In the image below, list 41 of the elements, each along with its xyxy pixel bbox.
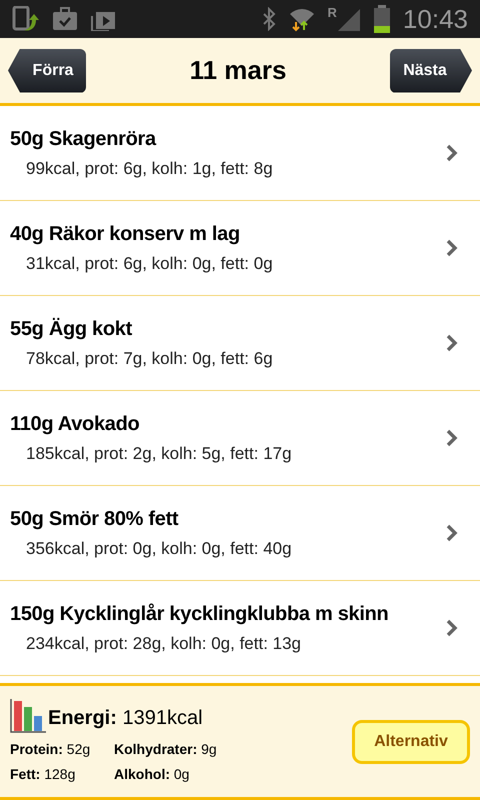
chevron-right-icon bbox=[446, 144, 458, 162]
food-title: 50g Skagenröra bbox=[10, 127, 158, 152]
food-details: 185kcal, prot: 2g, kolh: 5g, fett: 17g bbox=[25, 443, 293, 466]
food-list-item[interactable]: 40g Räkor konserv m lag 31kcal, prot: 6g, kolh: 0g, fett: 0g bbox=[0, 201, 480, 296]
food-list-item[interactable]: 50g Smör 80% fett 356kcal, prot: 0g, kolh: 0g, fett: 40g bbox=[0, 486, 480, 581]
options-button[interactable]: Alternativ bbox=[352, 720, 470, 764]
food-list-item[interactable]: 150g Kycklinglår kycklingklubba m skinn 234kcal, prot: 28g, kolh: 0g, fett: 13g bbox=[0, 581, 480, 676]
chevron-right-icon bbox=[446, 619, 458, 637]
clock-time: 10:43 bbox=[402, 6, 468, 32]
food-list-item[interactable]: 55g Ägg kokt 78kcal, prot: 7g, kolh: 0g, fett: 6g bbox=[0, 296, 480, 391]
previous-button[interactable]: Förra bbox=[8, 48, 86, 92]
next-button[interactable]: Nästa bbox=[390, 48, 472, 92]
battery-icon bbox=[372, 5, 391, 33]
food-title: 55g Ägg kokt bbox=[10, 316, 133, 342]
nutrient-stat: Fett: 128g bbox=[10, 764, 76, 784]
bar-chart-icon bbox=[10, 698, 46, 732]
bluetooth-icon bbox=[262, 7, 276, 31]
network-type-label: R bbox=[328, 6, 337, 19]
chevron-right-icon bbox=[446, 524, 458, 542]
food-details: 356kcal, prot: 0g, kolh: 0g, fett: 40g bbox=[25, 538, 293, 560]
chevron-right-icon bbox=[446, 239, 458, 257]
food-title: 110g Avokado bbox=[10, 412, 140, 438]
nutrient-stat: Protein: 52g bbox=[10, 740, 92, 759]
briefcase-check-icon bbox=[52, 7, 78, 31]
food-list-item[interactable]: 110g Avokado 185kcal, prot: 2g, kolh: 5g, fett: 17g bbox=[0, 391, 480, 486]
food-title: 150g Kycklinglår kycklingklubba m skinn bbox=[10, 602, 390, 628]
food-details: 31kcal, prot: 6g, kolh: 0g, fett: 0g bbox=[25, 253, 274, 276]
phone-upload-icon bbox=[12, 6, 40, 32]
date-title: 11 mars bbox=[190, 54, 286, 87]
nutrient-stat: Alkohol: 0g bbox=[114, 764, 190, 784]
food-details: 78kcal, prot: 7g, kolh: 0g, fett: 6g bbox=[25, 348, 274, 370]
chevron-right-icon bbox=[446, 429, 458, 447]
chevron-right-icon bbox=[446, 334, 458, 352]
food-title: 40g Räkor konserv m lag bbox=[10, 222, 241, 248]
food-details: 234kcal, prot: 28g, kolh: 0g, fett: 13g bbox=[25, 633, 302, 656]
food-details: 99kcal, prot: 6g, kolh: 1g, fett: 8g bbox=[25, 158, 274, 180]
food-title: 50g Smör 80% fett bbox=[10, 507, 180, 532]
energy-total: Energi: 1391kcal bbox=[48, 706, 203, 730]
wifi-icon bbox=[288, 6, 316, 32]
food-list-item[interactable]: 50g Skagenröra 99kcal, prot: 6g, kolh: 1g, fett: 8g bbox=[0, 106, 480, 201]
nutrient-stat: Kolhydrater: 9g bbox=[114, 740, 218, 759]
